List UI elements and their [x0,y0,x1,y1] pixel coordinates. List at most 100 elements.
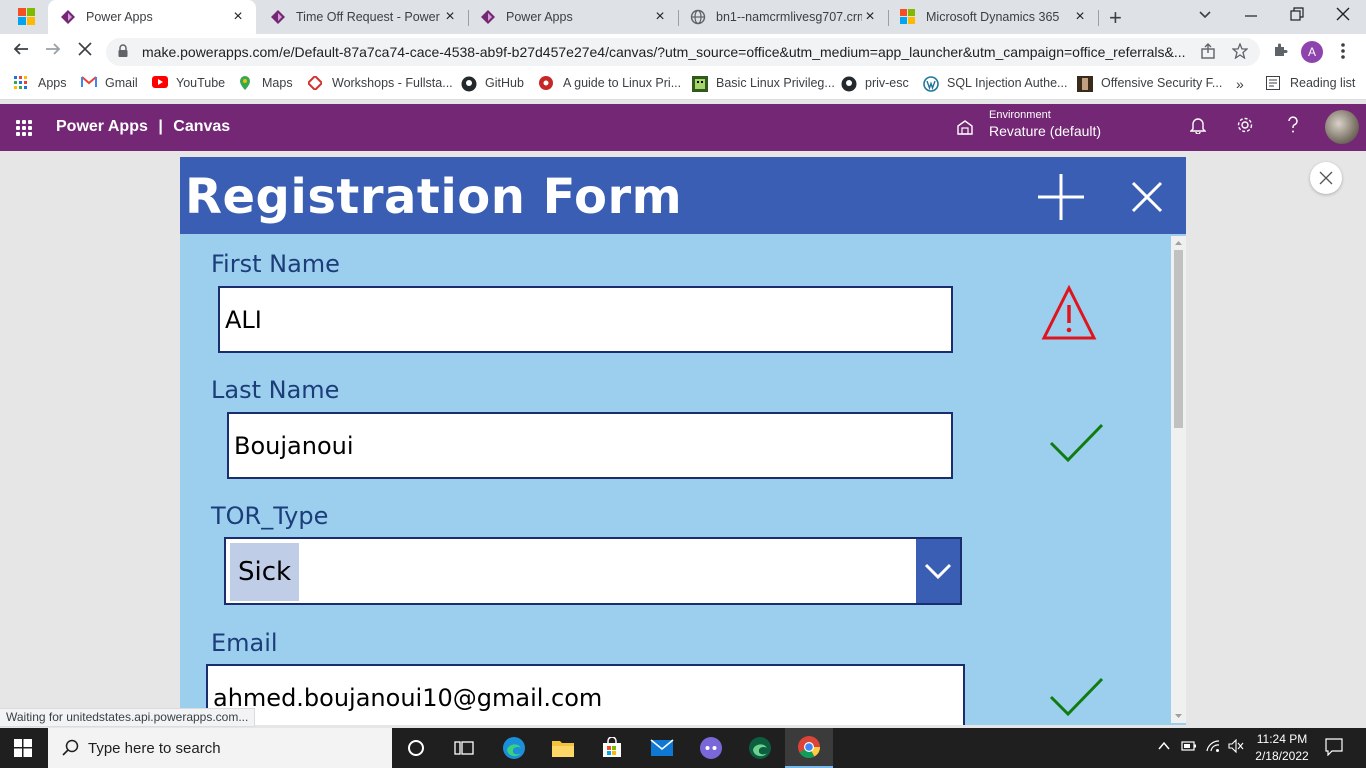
tab-title: Power Apps [86,10,153,24]
warning-icon [1041,284,1097,341]
bookmark-label: YouTube [176,76,226,90]
windows-taskbar: Type here to search 11:24 PM 2/18/2022 [0,728,1366,768]
dropdown-toggle[interactable] [916,539,960,603]
bookmark-label: Offensive Security F... [1101,76,1223,90]
notifications-icon[interactable] [1325,738,1343,759]
bookmark-label: Basic Linux Privileg... [716,76,835,90]
lock-icon[interactable] [118,44,128,58]
bell-icon[interactable] [1189,116,1207,139]
last-name-input[interactable]: Boujanoui [227,412,953,479]
bookmark-linux-guide[interactable]: A guide to Linux Pri... [539,76,681,90]
volume-muted-icon[interactable] [1228,738,1244,756]
registration-app-screen: Registration Form First Name ALI Last Na… [180,157,1186,725]
tab-search-chevron-icon[interactable] [1198,4,1212,29]
cortana-icon[interactable] [392,728,440,768]
bookmark-gmail[interactable]: Gmail [81,76,138,90]
powerapps-icon [480,9,496,25]
bookmark-youtube[interactable]: YouTube [152,76,225,90]
form-scrollbar[interactable] [1171,236,1186,723]
gear-icon[interactable] [1236,116,1254,139]
restore-icon[interactable] [1290,4,1304,29]
bookmark-offensive-security[interactable]: Offensive Security F... [1077,76,1223,92]
wordpress-icon [923,76,939,92]
close-preview-button[interactable] [1310,162,1342,194]
bookmark-label: SQL Injection Authe... [947,76,1068,90]
kebab-menu-icon[interactable] [1340,42,1346,64]
bookmark-workshops[interactable]: Workshops - Fullsta... [306,74,453,92]
chrome-icon[interactable] [785,728,833,768]
browser-tab[interactable]: Microsoft Dynamics 365 × [888,0,1098,34]
scroll-up-icon[interactable] [1171,238,1186,248]
bookmark-maps[interactable]: Maps [238,76,293,90]
store-icon[interactable] [588,728,636,768]
bookmark-linux-privileg[interactable]: Basic Linux Privileg... [692,76,835,92]
bookmark-sql-injection[interactable]: SQL Injection Authe... [923,76,1068,92]
bookmark-apps[interactable]: Apps [14,76,67,90]
last-name-label: Last Name [211,376,340,404]
scroll-down-icon[interactable] [1171,711,1186,721]
minimize-icon[interactable] [1244,4,1258,29]
close-icon[interactable] [1121,171,1173,223]
search-placeholder: Type here to search [88,739,221,757]
extensions-icon[interactable] [1272,42,1288,62]
tab-title: Time Off Request - Power A [296,10,442,24]
browser-tab[interactable]: Power Apps × [48,0,256,34]
maps-icon [238,76,254,90]
environment-name[interactable]: Revature (default) [989,123,1101,139]
bookmarks-overflow[interactable]: » [1236,76,1244,92]
windows-start-icon[interactable] [14,739,32,757]
browser-tab[interactable]: Power Apps × [468,0,678,34]
ms365-icon [900,9,916,25]
bookmark-label: Maps [262,76,293,90]
task-view-icon[interactable] [440,728,488,768]
email-input[interactable]: ahmed.boujanoui10@gmail.com [206,664,965,725]
globe-icon [690,9,706,25]
discord-icon[interactable] [687,728,735,768]
help-icon[interactable] [1286,116,1300,139]
browser-tab[interactable]: Time Off Request - Power A × [258,0,468,34]
edge-icon[interactable] [490,728,538,768]
close-tab-icon[interactable]: × [862,8,878,26]
windows-logo-icon [18,8,36,26]
browser-tab[interactable]: bn1--namcrmlivesg707.crm × [678,0,888,34]
bookmark-label: GitHub [485,76,524,90]
scroll-thumb[interactable] [1174,250,1183,428]
file-explorer-icon[interactable] [539,728,587,768]
wifi-icon[interactable] [1205,739,1221,756]
bookmark-priv-esc[interactable]: priv-esc [841,76,909,92]
plus-icon[interactable] [1035,171,1087,223]
user-avatar[interactable] [1325,110,1359,144]
close-tab-icon[interactable]: × [652,8,668,26]
window-close-icon[interactable] [1336,4,1350,29]
reading-list[interactable]: Reading list [1266,76,1355,90]
close-tab-icon[interactable]: × [230,8,246,26]
powerapps-brand[interactable]: Power Apps [56,118,148,135]
tor-type-dropdown[interactable]: Sick [224,537,962,605]
battery-icon[interactable] [1181,739,1197,756]
close-tab-icon[interactable]: × [1072,8,1088,26]
address-bar[interactable]: make.powerapps.com/e/Default-87a7ca74-ca… [106,38,1260,66]
environment-icon[interactable] [956,118,974,136]
tray-chevron-up-icon[interactable] [1157,739,1171,756]
bookmark-label: Workshops - Fullsta... [332,76,453,90]
taskbar-search[interactable]: Type here to search [48,728,392,768]
back-arrow-icon[interactable] [12,40,30,63]
reload-icon[interactable] [76,40,94,63]
waffle-icon[interactable] [16,120,32,136]
share-icon[interactable] [1200,43,1216,63]
taskbar-clock[interactable]: 11:24 PM 2/18/2022 [1252,731,1312,765]
bookmarks-bar: Apps Gmail YouTube Maps Workshops - Full… [0,70,1366,100]
profile-avatar[interactable]: A [1301,41,1323,63]
star-icon[interactable] [1231,42,1249,63]
close-tab-icon[interactable]: × [442,8,458,26]
github-icon [841,76,857,92]
forward-arrow-icon[interactable] [44,40,62,63]
mail-icon[interactable] [638,728,686,768]
new-tab-plus-icon[interactable]: + [1109,5,1122,31]
bookmark-github[interactable]: GitHub [461,76,524,92]
close-icon [1319,171,1333,185]
powerapps-icon [60,9,76,25]
edge-dev-icon[interactable] [736,728,784,768]
pixel-art-icon [692,76,708,92]
first-name-input[interactable]: ALI [218,286,953,353]
